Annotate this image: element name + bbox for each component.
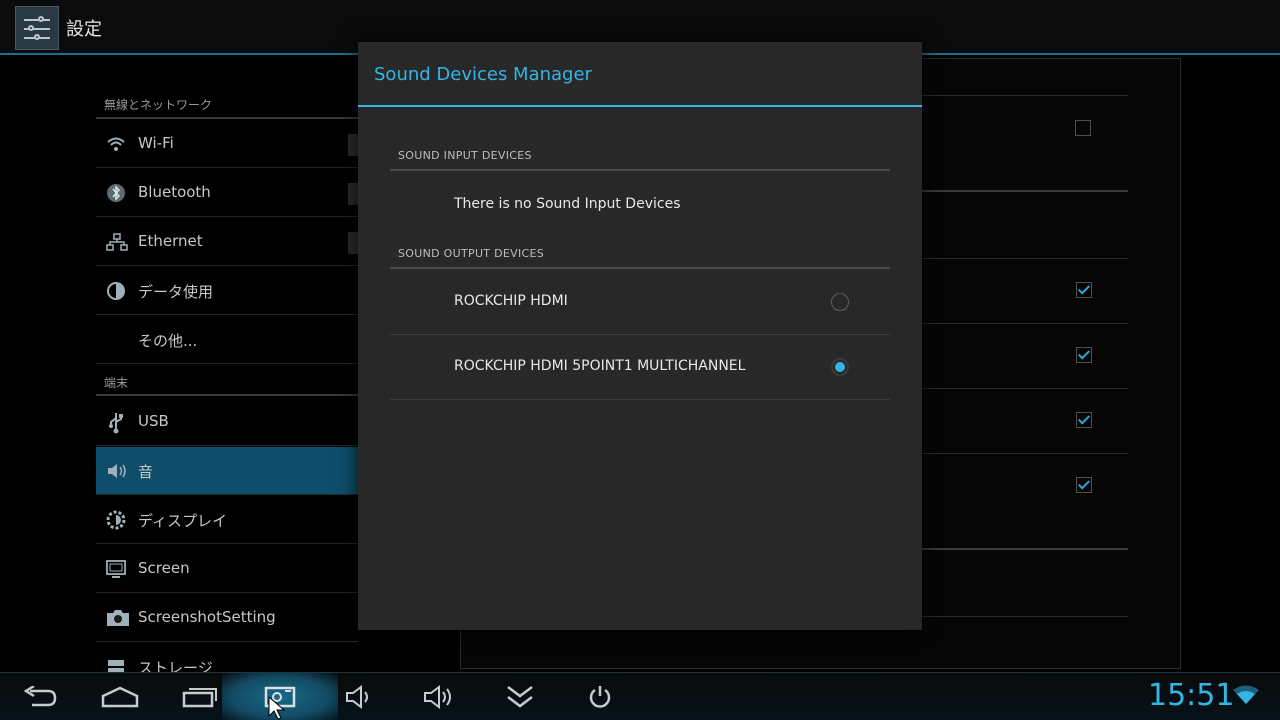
sidebar-item-label: USB [138,412,169,430]
mouse-cursor-icon [268,696,286,720]
sidebar-item-screenshot-setting[interactable]: ScreenshotSetting [96,594,358,642]
dialog-title-divider [358,105,922,107]
output-device-row[interactable]: ROCKCHIP HDMI [390,270,890,335]
sidebar-item-usb[interactable]: USB [96,398,358,446]
camera-icon [106,608,129,628]
bluetooth-icon [106,183,126,203]
system-nav-bar [0,672,1280,720]
pref-checkbox[interactable] [1076,347,1092,363]
volume-up-button[interactable] [412,673,468,720]
output-device-label: ROCKCHIP HDMI 5POINT1 MULTICHANNEL [454,358,746,374]
monitor-icon [106,559,126,579]
volume-up-icon [424,685,451,709]
sidebar-item-label: Wi-Fi [138,134,174,152]
status-clock: 15:51 [1148,678,1235,713]
sidebar-item-label: Bluetooth [138,183,211,201]
sidebar-item-label: ScreenshotSetting [138,608,276,626]
output-devices-header: SOUND OUTPUT DEVICES [398,247,545,260]
sidebar-item-display[interactable]: ディスプレイ [96,496,358,544]
power-button[interactable] [572,673,628,720]
group-divider [390,267,890,269]
pref-checkbox[interactable] [1076,282,1092,298]
no-input-devices-message: There is no Sound Input Devices [454,196,681,212]
output-device-label: ROCKCHIP HDMI [454,293,568,309]
sidebar-item-label: その他... [138,332,198,350]
wifi-toggle[interactable] [348,134,358,156]
volume-down-button[interactable] [332,673,388,720]
sound-devices-dialog: Sound Devices Manager SOUND INPUT DEVICE… [358,42,922,630]
pref-checkbox[interactable] [1075,120,1091,136]
wifi-icon [106,134,126,154]
volume-down-icon [346,685,368,709]
section-divider [96,394,358,396]
sidebar-item-ethernet[interactable]: Ethernet [96,218,358,266]
output-device-radio-selected[interactable] [831,358,849,376]
power-icon [589,686,611,708]
dialog-title: Sound Devices Manager [374,64,592,85]
check-icon [1077,347,1091,360]
sidebar-item-data-usage[interactable]: データ使用 [96,267,358,315]
app-title: 設定 [66,19,102,40]
output-device-row[interactable]: ROCKCHIP HDMI 5POINT1 MULTICHANNEL [390,335,890,400]
double-chevron-down-icon [507,686,533,708]
bluetooth-toggle[interactable] [348,183,358,205]
home-icon [101,686,139,708]
data-usage-icon [106,281,126,301]
pref-checkbox[interactable] [1076,412,1092,428]
sidebar-item-label: ストレージ [138,659,213,672]
ethernet-icon [106,232,128,252]
sidebar-item-storage[interactable]: ストレージ [96,643,358,672]
section-header-device: 端末 [104,376,129,390]
recent-apps-icon [182,688,217,708]
check-icon [1077,282,1091,295]
sidebar-item-label: データ使用 [138,283,214,301]
wifi-status-icon [1232,684,1260,710]
sidebar-item-label: Ethernet [138,232,203,250]
sidebar-item-label: 音 [138,463,154,481]
input-devices-header: SOUND INPUT DEVICES [398,149,532,162]
pref-checkbox[interactable] [1076,477,1092,493]
sidebar-item-wifi[interactable]: Wi-Fi [96,120,358,168]
ethernet-toggle[interactable] [348,232,358,254]
settings-app-icon[interactable] [15,6,59,50]
brightness-icon [106,510,126,530]
speaker-icon [106,461,126,481]
notification-shade-button[interactable] [492,673,548,720]
recent-apps-button[interactable] [172,673,228,720]
sidebar-item-sound[interactable]: 音 [96,447,358,495]
check-icon [1077,412,1091,425]
output-device-radio[interactable] [831,293,849,311]
storage-icon [106,657,126,672]
sidebar-item-bluetooth[interactable]: Bluetooth [96,169,358,217]
home-button[interactable] [92,673,148,720]
section-divider [96,117,358,119]
section-header-wireless: 無線とネットワーク [104,98,213,112]
sidebar-item-screen[interactable]: Screen [96,545,358,593]
back-button[interactable] [12,673,68,720]
sidebar-item-label: ディスプレイ [138,512,227,530]
check-icon [1077,477,1091,490]
group-divider [390,169,890,171]
sidebar-item-more[interactable]: その他... [96,316,358,364]
usb-icon [106,412,126,434]
settings-list: 無線とネットワーク Wi-Fi Bluetooth Ethernet データ使用… [96,88,358,672]
back-icon [23,686,57,707]
sidebar-item-label: Screen [138,559,190,577]
